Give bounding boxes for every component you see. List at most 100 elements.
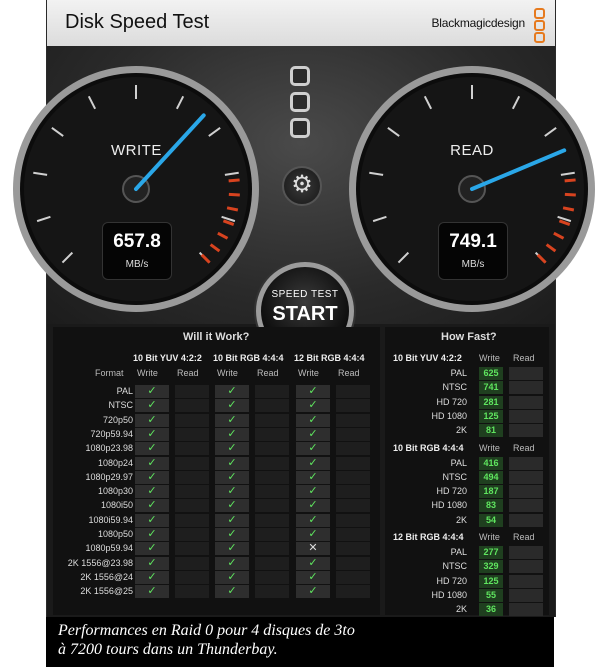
write-result-cell: ✓: [215, 542, 249, 556]
write-result-cell: ✓: [215, 399, 249, 413]
how-fast-format-label: 2K: [455, 604, 467, 615]
rgb444-10bit-write-header: Write: [217, 368, 238, 378]
how-fast-format-label: 2K: [455, 514, 467, 525]
read-result-cell: [255, 470, 289, 484]
target-indicator-2: [290, 92, 310, 112]
how-fast-group-header: 10 Bit RGB 4:4:4: [393, 442, 464, 453]
write-result-cell: ✓: [296, 485, 330, 499]
app-title: Disk Speed Test: [65, 11, 210, 33]
start-button-caption: SPEED TEST: [271, 289, 339, 300]
read-result-cell: [336, 513, 370, 527]
write-result-cell: ✓: [296, 528, 330, 541]
read-result-cell: [336, 456, 370, 470]
how-fast-write-value: 416: [479, 456, 503, 470]
read-unit: MB/s: [461, 259, 485, 270]
how-fast-panel: How Fast? 10 Bit YUV 4:2:2 Write Read PAL 62…: [385, 327, 549, 617]
caption-line-2: à 7200 tours dans un Thunderbay.: [58, 641, 278, 658]
format-label: 1080p29.97: [85, 471, 133, 482]
how-fast-write-value: 277: [479, 546, 503, 559]
write-result-cell: ✓: [215, 427, 249, 441]
read-result-cell: [336, 585, 370, 599]
write-result-cell: ✓: [135, 513, 169, 527]
how-fast-read-value: [509, 367, 543, 380]
format-label: NTSC: [108, 400, 134, 411]
how-fast-read-value: [509, 603, 543, 617]
write-result-cell: ✓: [296, 470, 330, 484]
read-result-cell: [336, 399, 370, 413]
write-result-cell: ✓: [215, 513, 249, 527]
how-fast-format-label: HD 1080: [431, 589, 467, 600]
read-result-cell: [255, 442, 289, 456]
read-result-cell: [255, 413, 289, 427]
write-result-cell: ✓: [215, 570, 249, 584]
write-result-cell: ✓: [135, 413, 169, 427]
gear-icon[interactable]: ⚙: [282, 166, 322, 206]
write-result-cell: ✓: [135, 470, 169, 484]
how-fast-format-label: NTSC: [442, 561, 468, 572]
how-fast-format-label: HD 1080: [431, 500, 467, 511]
how-fast-write-value: 281: [479, 395, 503, 409]
write-label: WRITE: [111, 142, 162, 159]
yuv422-group-header: 10 Bit YUV 4:2:2: [133, 353, 202, 363]
write-result-cell: ✓: [135, 485, 169, 499]
caption-line-1: Performances en Raid 0 pour 4 disques de…: [58, 622, 355, 639]
format-label: 1080p30: [97, 486, 133, 497]
write-result-cell: ✓: [135, 499, 169, 513]
read-result-cell: [255, 570, 289, 584]
write-result-cell: ✓: [215, 385, 249, 398]
read-readout: 749.1 MB/s: [438, 222, 508, 280]
read-label: READ: [450, 142, 494, 159]
read-result-cell: [255, 499, 289, 513]
read-result-cell: [175, 399, 209, 413]
write-result-cell: ✓: [296, 399, 330, 413]
write-result-cell: ✓: [215, 528, 249, 541]
format-label: 1080p23.98: [85, 443, 133, 454]
how-fast-read-value: [509, 395, 543, 409]
how-fast-group-header: 12 Bit RGB 4:4:4: [393, 532, 464, 542]
how-fast-write-header: Write: [479, 532, 500, 542]
how-fast-write-value: 329: [479, 560, 503, 574]
format-label: PAL: [116, 386, 133, 396]
read-result-cell: [175, 385, 209, 398]
format-label: 1080p59.94: [85, 543, 133, 554]
write-result-cell: ✓: [135, 427, 169, 441]
how-fast-format-label: HD 720: [436, 396, 467, 407]
format-label: 720p59.94: [90, 428, 133, 439]
write-result-cell: ✓: [296, 413, 330, 427]
how-fast-write-value: 494: [479, 470, 503, 484]
how-fast-format-label: 2K: [455, 425, 467, 436]
how-fast-format-label: PAL: [450, 547, 467, 557]
read-result-cell: [255, 399, 289, 413]
read-result-cell: [175, 513, 209, 527]
write-result-cell: ✓: [296, 556, 330, 570]
write-result-cell: ✓: [215, 585, 249, 599]
write-result-cell: ✓: [215, 470, 249, 484]
how-fast-write-value: 83: [479, 499, 503, 513]
write-result-cell: ✓: [135, 456, 169, 470]
read-result-cell: [336, 542, 370, 556]
format-label: 1080i50: [100, 500, 133, 511]
read-result-cell: [336, 556, 370, 570]
write-result-cell: ✓: [296, 427, 330, 441]
rgb444-10bit-group-header: 10 Bit RGB 4:4:4: [213, 353, 284, 363]
how-fast-read-value: [509, 470, 543, 484]
gauge-redline-tick: [228, 178, 240, 183]
write-result-cell: ✓: [215, 413, 249, 427]
write-unit: MB/s: [125, 259, 149, 270]
how-fast-format-label: PAL: [450, 368, 467, 378]
how-fast-read-value: [509, 560, 543, 574]
yuv422-write-header: Write: [137, 368, 158, 378]
how-fast-read-value: [509, 456, 543, 470]
gauge-redline-tick: [228, 192, 240, 197]
format-header: Format: [95, 368, 124, 378]
read-result-cell: [336, 499, 370, 513]
write-result-cell: ✓: [135, 570, 169, 584]
read-result-cell: [255, 585, 289, 599]
write-result-cell: ✓: [296, 570, 330, 584]
how-fast-read-value: [509, 588, 543, 602]
format-label: 1080p24: [97, 457, 133, 468]
read-result-cell: [255, 456, 289, 470]
rgb444-12bit-group-header: 12 Bit RGB 4:4:4: [294, 353, 365, 363]
gauge-area: WRITE 657.8 MB/s READ 749.1 MB/s ⚙ SPEED…: [13, 46, 595, 360]
write-result-cell: ✓: [296, 499, 330, 513]
